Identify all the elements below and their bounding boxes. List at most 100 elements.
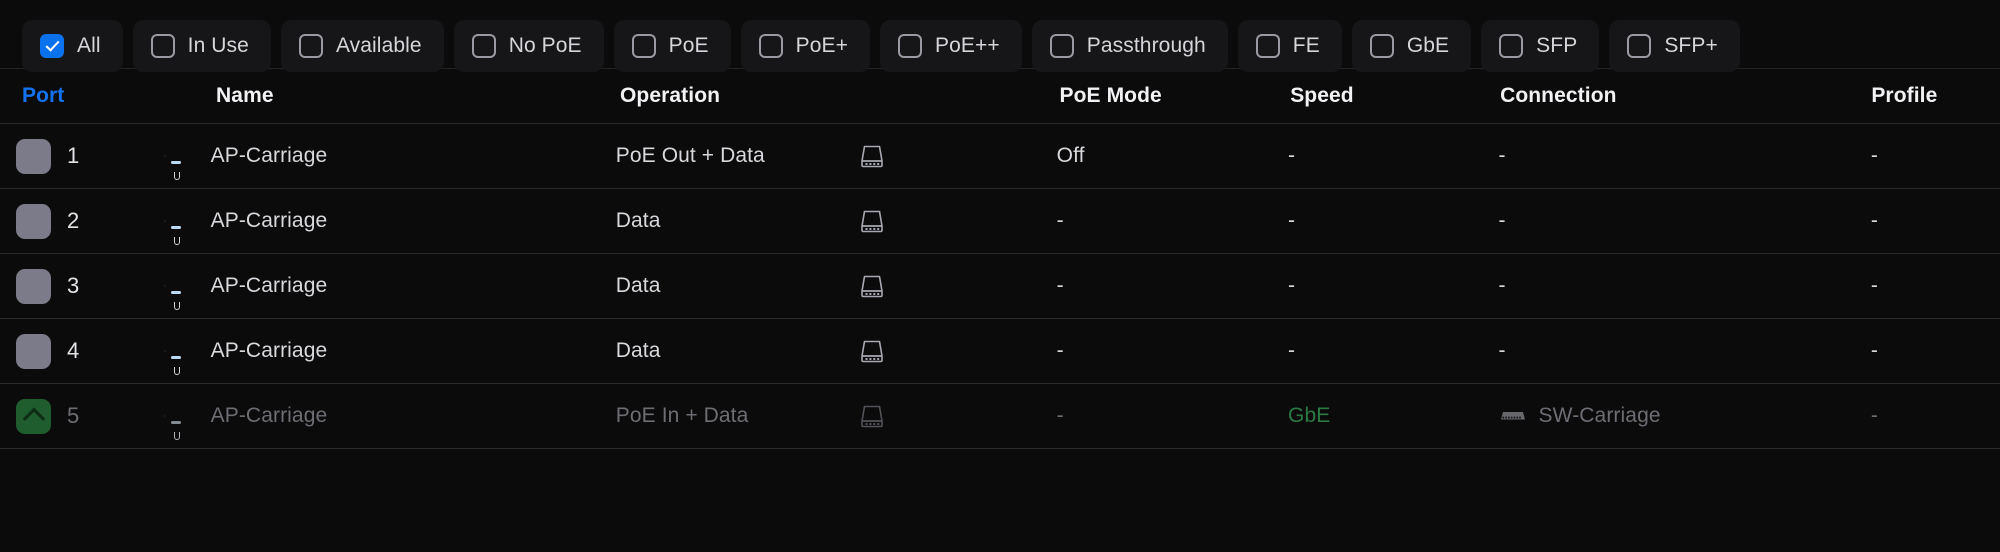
operation-mode: Data: [615, 339, 661, 362]
ap-device-icon: [861, 275, 883, 298]
checkbox-icon[interactable]: [758, 34, 783, 58]
filter-chip-label: SFP+: [1664, 34, 1718, 57]
device-type-cell: [857, 142, 1057, 170]
switch-icon: [1500, 412, 1525, 420]
checkbox-icon[interactable]: [631, 34, 656, 58]
speed-value: GbE: [1288, 404, 1331, 427]
port-uplink-indicator[interactable]: [16, 398, 51, 434]
filter-chip-poe-plus-plus[interactable]: PoE++: [880, 20, 1022, 72]
speed-value: -: [1288, 274, 1296, 297]
filter-chip-sfp-plus[interactable]: SFP+: [1609, 20, 1740, 72]
device-name: AP-Carriage: [210, 339, 328, 362]
profile-value: -: [1870, 144, 1879, 167]
device-name: AP-Carriage: [210, 274, 328, 297]
port-status-indicator[interactable]: [16, 268, 51, 304]
checkbox-icon[interactable]: [1499, 34, 1524, 58]
checkbox-icon[interactable]: [1627, 34, 1652, 58]
device-name: AP-Carriage: [210, 404, 328, 427]
column-header-speed[interactable]: Speed: [1290, 84, 1500, 108]
connection-value: SW-Carriage: [1538, 404, 1661, 427]
filter-chip-poe[interactable]: PoE: [613, 20, 731, 72]
checkbox-icon[interactable]: [898, 34, 923, 58]
port-cell: 3: [16, 268, 165, 304]
filter-chip-label: Available: [335, 34, 422, 57]
checkbox-icon[interactable]: [471, 34, 496, 58]
device-type-cell: [857, 402, 1057, 430]
port-cell: 5: [16, 398, 165, 434]
speed-value: -: [1288, 209, 1296, 232]
connection-cell: -: [1499, 274, 1871, 298]
filter-chip-passthrough[interactable]: Passthrough: [1031, 20, 1228, 72]
connection-value: -: [1498, 339, 1506, 362]
ap-device-icon: [861, 145, 883, 168]
connection-cell: SW-Carriage: [1499, 404, 1871, 428]
filter-chip-label: PoE++: [935, 34, 1000, 57]
device-type-cell: [857, 272, 1057, 300]
table-row[interactable]: 1 AP-Carriage PoE Out + Data Off - - -: [0, 124, 2000, 189]
operation-mode: PoE In + Data: [615, 404, 749, 427]
filter-chip-no-poe[interactable]: No PoE: [453, 20, 604, 72]
checkbox-icon[interactable]: [150, 34, 175, 58]
port-filter-bar: All In Use Available No PoE PoE PoE+ PoE…: [0, 0, 2000, 72]
connection-cell: -: [1499, 339, 1871, 363]
port-number: 1: [67, 143, 80, 168]
filter-chip-label: GbE: [1406, 34, 1450, 57]
port-status-indicator[interactable]: [16, 138, 51, 174]
filter-chip-fe[interactable]: FE: [1237, 20, 1342, 72]
checkbox-icon[interactable]: [1369, 34, 1394, 58]
filter-chip-label: FE: [1292, 34, 1320, 57]
table-row[interactable]: 5 AP-Carriage PoE In + Data - GbE SW-Car…: [0, 384, 2000, 449]
connection-cell: -: [1499, 209, 1871, 233]
ap-device-icon: [861, 340, 883, 363]
device-type-cell: [857, 207, 1057, 235]
column-header-profile[interactable]: Profile: [1871, 84, 2000, 108]
ports-table: Port Name Operation PoE Mode Speed Conne…: [0, 68, 2000, 449]
filter-chip-sfp[interactable]: SFP: [1481, 20, 1600, 72]
poe-mode-value: -: [1056, 339, 1064, 362]
filter-chip-label: PoE+: [795, 34, 849, 57]
column-header-name[interactable]: Name: [216, 84, 620, 108]
device-name: AP-Carriage: [210, 144, 328, 167]
table-header-row: Port Name Operation PoE Mode Speed Conne…: [0, 68, 2000, 124]
port-number: 3: [67, 273, 80, 298]
device-type-cell: [857, 337, 1057, 365]
table-row[interactable]: 3 AP-Carriage Data - - - -: [0, 254, 2000, 319]
ap-device-icon: [861, 210, 883, 233]
connection-cell: -: [1499, 144, 1871, 168]
poe-mode-value: -: [1056, 404, 1064, 427]
port-status-indicator[interactable]: [16, 333, 51, 369]
filter-chip-poe-plus[interactable]: PoE+: [740, 20, 871, 72]
poe-mode-value: -: [1056, 209, 1064, 232]
connection-value: -: [1498, 144, 1506, 167]
filter-chip-label: PoE: [668, 34, 709, 57]
filter-chip-gbe[interactable]: GbE: [1351, 20, 1472, 72]
filter-chip-all[interactable]: All: [22, 20, 123, 72]
speed-value: -: [1288, 144, 1296, 167]
port-number: 2: [67, 208, 80, 233]
device-name: AP-Carriage: [210, 209, 328, 232]
filter-chip-available[interactable]: Available: [280, 20, 444, 72]
checkbox-icon[interactable]: [1255, 34, 1280, 58]
checkbox-icon[interactable]: [1049, 34, 1074, 58]
table-row[interactable]: 4 AP-Carriage Data - - - -: [0, 319, 2000, 384]
checkbox-icon[interactable]: [298, 34, 323, 58]
poe-mode-value: Off: [1056, 144, 1085, 167]
profile-value: -: [1870, 209, 1879, 232]
ap-device-icon: [861, 405, 883, 428]
connection-value: -: [1498, 209, 1506, 232]
filter-chip-in-use[interactable]: In Use: [132, 20, 271, 72]
port-cell: 2: [16, 203, 165, 239]
speed-value: -: [1288, 339, 1296, 362]
profile-value: -: [1870, 339, 1879, 362]
table-row[interactable]: 2 AP-Carriage Data - - - -: [0, 189, 2000, 254]
column-header-connection[interactable]: Connection: [1500, 84, 1871, 108]
column-header-poe-mode[interactable]: PoE Mode: [1060, 84, 1291, 108]
port-status-indicator[interactable]: [16, 203, 51, 239]
operation-mode: PoE Out + Data: [615, 144, 765, 167]
connection-value: -: [1498, 274, 1506, 297]
column-header-operation[interactable]: Operation: [620, 84, 861, 108]
profile-value: -: [1870, 404, 1879, 427]
filter-chip-label: All: [77, 34, 101, 57]
checkbox-icon[interactable]: [40, 34, 64, 58]
column-header-port[interactable]: Port: [22, 84, 171, 108]
